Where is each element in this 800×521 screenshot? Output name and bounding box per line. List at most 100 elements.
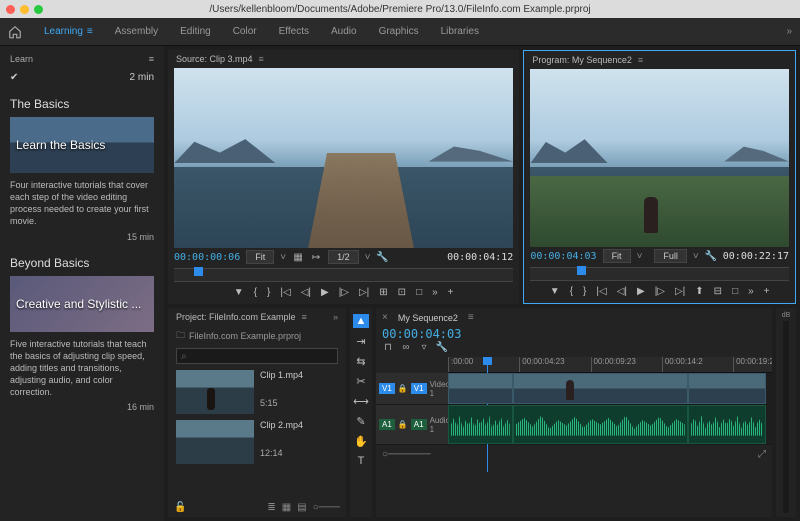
step-fwd-button[interactable]: |▷ [339,287,349,298]
timeline-clip[interactable] [688,373,766,404]
source-tc-in[interactable]: 00:00:00:06 [174,252,240,263]
wrench-icon[interactable]: 🔧 [376,251,388,263]
timeline-clip[interactable] [448,373,513,404]
program-tc-out[interactable]: 00:00:22:17 [723,251,789,262]
freeform-view-button[interactable]: ▤ [297,502,306,513]
workspace-tab-libraries[interactable]: Libraries [441,26,479,37]
source-ruler[interactable] [174,268,513,282]
source-tc-out[interactable]: 00:00:04:12 [447,252,513,263]
extract-button[interactable]: ⊟ [714,286,722,297]
overflow-chevron-icon[interactable]: » [333,312,338,322]
timeline-ruler[interactable]: :00:00 00:00:04:23 00:00:09:23 00:00:14:… [448,357,772,373]
workspace-tab-assembly[interactable]: Assembly [115,26,158,37]
video-track-body[interactable] [448,373,772,404]
v1-source-patch[interactable]: V1 [379,383,395,394]
track-select-tool[interactable]: ⇥ [353,334,369,348]
mark-out-button[interactable]: } [267,287,270,298]
zoom-slider[interactable]: ○─── [313,502,340,513]
marker-icon[interactable]: ▿ [418,341,430,353]
link-icon[interactable]: ∞ [400,341,412,353]
more-button[interactable]: » [432,287,438,298]
go-in-button[interactable]: |◁ [280,287,290,298]
step-back-button[interactable]: ◁| [617,286,627,297]
type-tool[interactable]: T [353,454,369,468]
play-button[interactable]: ▶ [637,286,645,297]
program-tc-in[interactable]: 00:00:04:03 [530,251,596,262]
clip-thumbnail[interactable] [176,370,254,414]
a1-source-patch[interactable]: A1 [379,419,395,430]
add-marker-button[interactable]: ▼ [234,287,244,298]
source-fit-select[interactable]: Fit [246,250,274,264]
program-ruler[interactable] [530,267,789,281]
snap-icon[interactable]: ⊓ [382,341,394,353]
lock-icon[interactable]: 🔓 [174,502,186,513]
mark-in-button[interactable]: { [254,287,257,298]
workspace-tab-graphics[interactable]: Graphics [379,26,419,37]
step-fwd-button[interactable]: |▷ [655,286,665,297]
project-search[interactable]: ⌕ [176,348,338,364]
expand-icon[interactable]: ⤢ [758,449,766,460]
clip-item[interactable]: Clip 2.mp4 12:14 [176,420,338,464]
panel-menu-icon[interactable]: ≡ [468,312,474,323]
icon-view-button[interactable]: ▦ [282,502,291,513]
clip-thumbnail[interactable] [176,420,254,464]
basics-card[interactable]: Learn the Basics [10,117,154,173]
overflow-chevron-icon[interactable]: » [786,26,792,37]
hand-tool[interactable]: ✋ [353,434,369,448]
wrench-icon[interactable]: 🔧 [705,250,717,262]
track-lock-icon[interactable]: 🔒 [398,420,408,429]
timeline-audio-clip[interactable] [513,405,688,444]
play-button[interactable]: ▶ [321,287,329,298]
workspace-tab-color[interactable]: Color [233,26,257,37]
source-viewer[interactable] [174,68,513,248]
home-icon[interactable] [8,25,22,39]
timeline-clip[interactable] [513,373,688,404]
go-out-button[interactable]: ▷| [359,287,369,298]
v1-target[interactable]: V1 [411,383,427,394]
razor-tool[interactable]: ✂ [353,374,369,388]
list-view-button[interactable]: ≣ [267,502,275,513]
workspace-menu-icon[interactable]: ≡ [87,26,93,37]
program-quality-select[interactable]: Full [654,249,687,263]
beyond-card[interactable]: Creative and Stylistic ... [10,276,154,332]
program-viewer[interactable] [530,69,789,247]
export-frame-button[interactable]: □ [416,287,422,298]
mark-out-button[interactable]: } [583,286,586,297]
arrow-icon[interactable]: ↦ [310,251,322,263]
grid-icon[interactable]: ▦ [292,251,304,263]
panel-menu-icon[interactable]: ≡ [149,54,154,64]
panel-menu-icon[interactable]: ≡ [259,54,264,64]
track-lock-icon[interactable]: 🔒 [398,384,408,393]
step-back-button[interactable]: ◁| [301,287,311,298]
panel-menu-icon[interactable]: ≡ [302,312,307,322]
workspace-tab-learning[interactable]: Learning [44,26,83,37]
lift-button[interactable]: ⬆ [695,286,703,297]
timeline-timecode[interactable]: 00:00:04:03 [376,327,772,341]
zoom-slider[interactable]: ○────── [382,449,431,460]
workspace-tab-editing[interactable]: Editing [180,26,211,37]
pen-tool[interactable]: ✎ [353,414,369,428]
selection-tool[interactable]: ▲ [353,314,369,328]
audio-track-body[interactable] [448,405,772,444]
export-frame-button[interactable]: □ [732,286,738,297]
timeline-sequence-name[interactable]: My Sequence2 [398,313,458,323]
program-fit-select[interactable]: Fit [603,249,631,263]
plus-button[interactable]: + [448,287,454,298]
add-marker-button[interactable]: ▼ [550,286,560,297]
slip-tool[interactable]: ⟷ [353,394,369,408]
more-button[interactable]: » [748,286,754,297]
workspace-tab-audio[interactable]: Audio [331,26,357,37]
panel-menu-icon[interactable]: ≡ [638,55,643,65]
plus-button[interactable]: + [764,286,770,297]
settings-icon[interactable]: 🔧 [436,341,448,353]
ripple-edit-tool[interactable]: ⇆ [353,354,369,368]
clip-item[interactable]: Clip 1.mp4 5:15 [176,370,338,414]
timeline-audio-clip[interactable] [448,405,513,444]
mark-in-button[interactable]: { [570,286,573,297]
timeline-audio-clip[interactable] [688,405,766,444]
overwrite-button[interactable]: ⊡ [398,287,406,298]
a1-target[interactable]: A1 [411,419,427,430]
insert-button[interactable]: ⊞ [379,287,387,298]
go-out-button[interactable]: ▷| [675,286,685,297]
go-in-button[interactable]: |◁ [596,286,606,297]
